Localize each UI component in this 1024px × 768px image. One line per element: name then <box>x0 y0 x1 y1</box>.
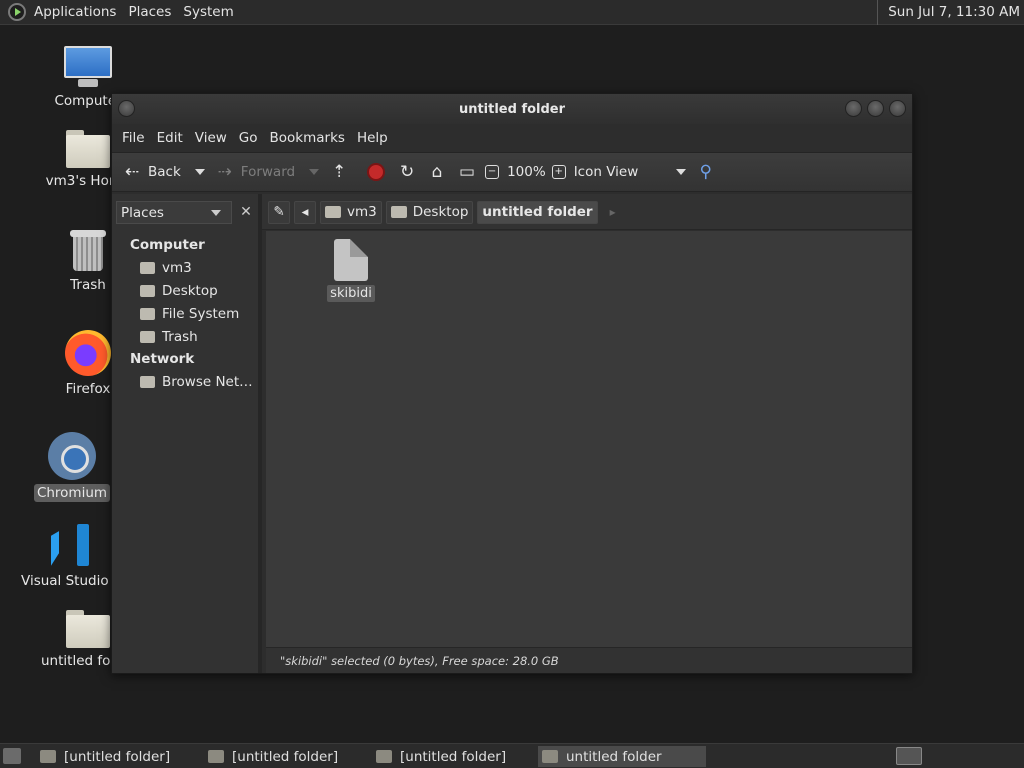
drive-icon <box>140 307 155 320</box>
up-arrow-icon: ⇡ <box>331 162 347 182</box>
menubar: File Edit View Go Bookmarks Help <box>112 124 912 152</box>
home-folder-icon <box>325 206 341 218</box>
stop-icon[interactable] <box>367 163 386 181</box>
bottom-taskbar: [untitled folder] [untitled folder] [unt… <box>0 743 1024 768</box>
menu-view[interactable]: View <box>189 130 233 146</box>
home-folder-icon <box>140 261 155 274</box>
taskbar-item-4[interactable]: untitled folder <box>538 746 706 767</box>
window-title: untitled folder <box>458 101 566 117</box>
sidebar-section-computer: Computer <box>130 237 205 253</box>
document-icon <box>334 239 368 281</box>
sidebar-item-vm3[interactable]: vm3 <box>112 256 258 279</box>
top-menu-applications[interactable]: Applications <box>28 0 122 25</box>
sidebar-item-desktop[interactable]: Desktop <box>112 279 258 302</box>
desktop-icon-vscode[interactable]: Visual Studio Code <box>18 522 147 590</box>
sidebar-section-network: Network <box>130 351 195 367</box>
taskbar-item-3[interactable]: [untitled folder] <box>372 746 534 767</box>
file-manager-window: untitled folder File Edit View Go Bookma… <box>111 93 913 674</box>
breadcrumb-untitled-folder[interactable]: untitled folder <box>477 200 598 224</box>
reload-icon: ↻ <box>399 162 415 182</box>
status-bar: "skibidi" selected (0 bytes), Free space… <box>266 647 912 673</box>
sidebar-places-select[interactable]: Places <box>116 201 232 224</box>
forward-button[interactable]: ⇢ Forward <box>213 162 295 182</box>
window-titlebar[interactable]: untitled folder <box>112 94 912 124</box>
search-icon: ⚲ <box>699 162 712 182</box>
toolbar: ⇠ Back ⇢ Forward ⇡ ↻ ⌂ ▭ − 100% + Icon V… <box>112 152 912 192</box>
file-view[interactable]: skibidi <box>266 231 912 647</box>
network-icon <box>140 375 155 388</box>
trash-applet-icon[interactable] <box>896 747 922 765</box>
reload-button[interactable]: ↻ <box>395 162 419 182</box>
zoom-out-icon[interactable]: − <box>485 165 500 179</box>
trash-icon <box>70 230 106 272</box>
folder-icon <box>376 750 392 763</box>
zoom-in-icon[interactable]: + <box>551 165 566 179</box>
show-desktop-icon[interactable] <box>3 748 21 764</box>
sidebar: Places ✕ Computer vm3 Desktop File Syste… <box>112 194 262 673</box>
forward-history-dropdown[interactable] <box>309 169 320 175</box>
desktop-icon-chromium[interactable]: Chromium <box>22 432 122 502</box>
back-arrow-icon: ⇠ <box>124 162 140 182</box>
desktop-folder-icon <box>140 284 155 297</box>
home-button[interactable]: ⌂ <box>425 162 449 182</box>
chevron-down-icon <box>211 209 221 216</box>
menu-bookmarks[interactable]: Bookmarks <box>264 130 351 146</box>
location-toggle-button[interactable]: ✎ <box>268 200 290 224</box>
edit-icon: ✎ <box>273 204 285 220</box>
back-button[interactable]: ⇠ Back <box>120 162 181 182</box>
chromium-icon <box>48 432 96 480</box>
chevron-left-icon: ◂ <box>301 204 309 220</box>
vscode-icon <box>45 522 91 568</box>
up-button[interactable]: ⇡ <box>327 162 351 182</box>
computer-button[interactable]: ▭ <box>455 162 479 182</box>
close-button[interactable] <box>889 100 906 117</box>
maximize-button[interactable] <box>867 100 884 117</box>
sidebar-item-file-system[interactable]: File System <box>112 302 258 325</box>
computer-icon: ▭ <box>459 162 476 182</box>
sidebar-close-button[interactable]: ✕ <box>236 202 256 222</box>
sidebar-item-browse-network[interactable]: Browse Net… <box>112 370 258 393</box>
folder-icon <box>208 750 224 763</box>
home-folder-icon <box>66 130 110 168</box>
top-panel: Applications Places System Sun Jul 7, 11… <box>0 0 1024 25</box>
path-scroll-left[interactable]: ◂ <box>294 200 316 224</box>
breadcrumb-desktop[interactable]: Desktop <box>385 200 474 224</box>
sidebar-item-trash[interactable]: Trash <box>112 325 258 348</box>
home-icon: ⌂ <box>431 162 443 182</box>
firefox-icon <box>65 330 111 376</box>
top-menu-system[interactable]: System <box>177 0 239 25</box>
trash-icon <box>140 330 155 343</box>
minimize-button[interactable] <box>845 100 862 117</box>
view-mode-dropdown[interactable] <box>675 169 686 175</box>
computer-icon <box>64 46 112 88</box>
taskbar-item-2[interactable]: [untitled folder] <box>204 746 366 767</box>
file-item[interactable]: skibidi <box>326 239 376 302</box>
desktop-folder-icon <box>390 206 407 218</box>
menu-file[interactable]: File <box>116 130 151 146</box>
clock[interactable]: Sun Jul 7, 11:30 AM <box>877 0 1020 25</box>
menu-help[interactable]: Help <box>351 130 394 146</box>
window-menu-button[interactable] <box>118 100 135 117</box>
taskbar-item-1[interactable]: [untitled folder] <box>36 746 198 767</box>
menu-go[interactable]: Go <box>233 130 264 146</box>
folder-icon <box>66 610 110 648</box>
folder-icon <box>40 750 56 763</box>
breadcrumb-vm3[interactable]: vm3 <box>320 200 382 224</box>
back-history-dropdown[interactable] <box>194 169 205 175</box>
applications-logo-icon[interactable] <box>8 3 26 21</box>
folder-icon <box>542 750 558 763</box>
forward-arrow-icon: ⇢ <box>217 162 232 182</box>
zoom-level: 100% <box>507 164 546 180</box>
view-mode-select[interactable]: Icon View <box>574 164 662 180</box>
chevron-right-icon[interactable]: ▸ <box>610 205 616 219</box>
search-button[interactable]: ⚲ <box>694 162 718 182</box>
menu-edit[interactable]: Edit <box>151 130 189 146</box>
top-menu-places[interactable]: Places <box>122 0 177 25</box>
